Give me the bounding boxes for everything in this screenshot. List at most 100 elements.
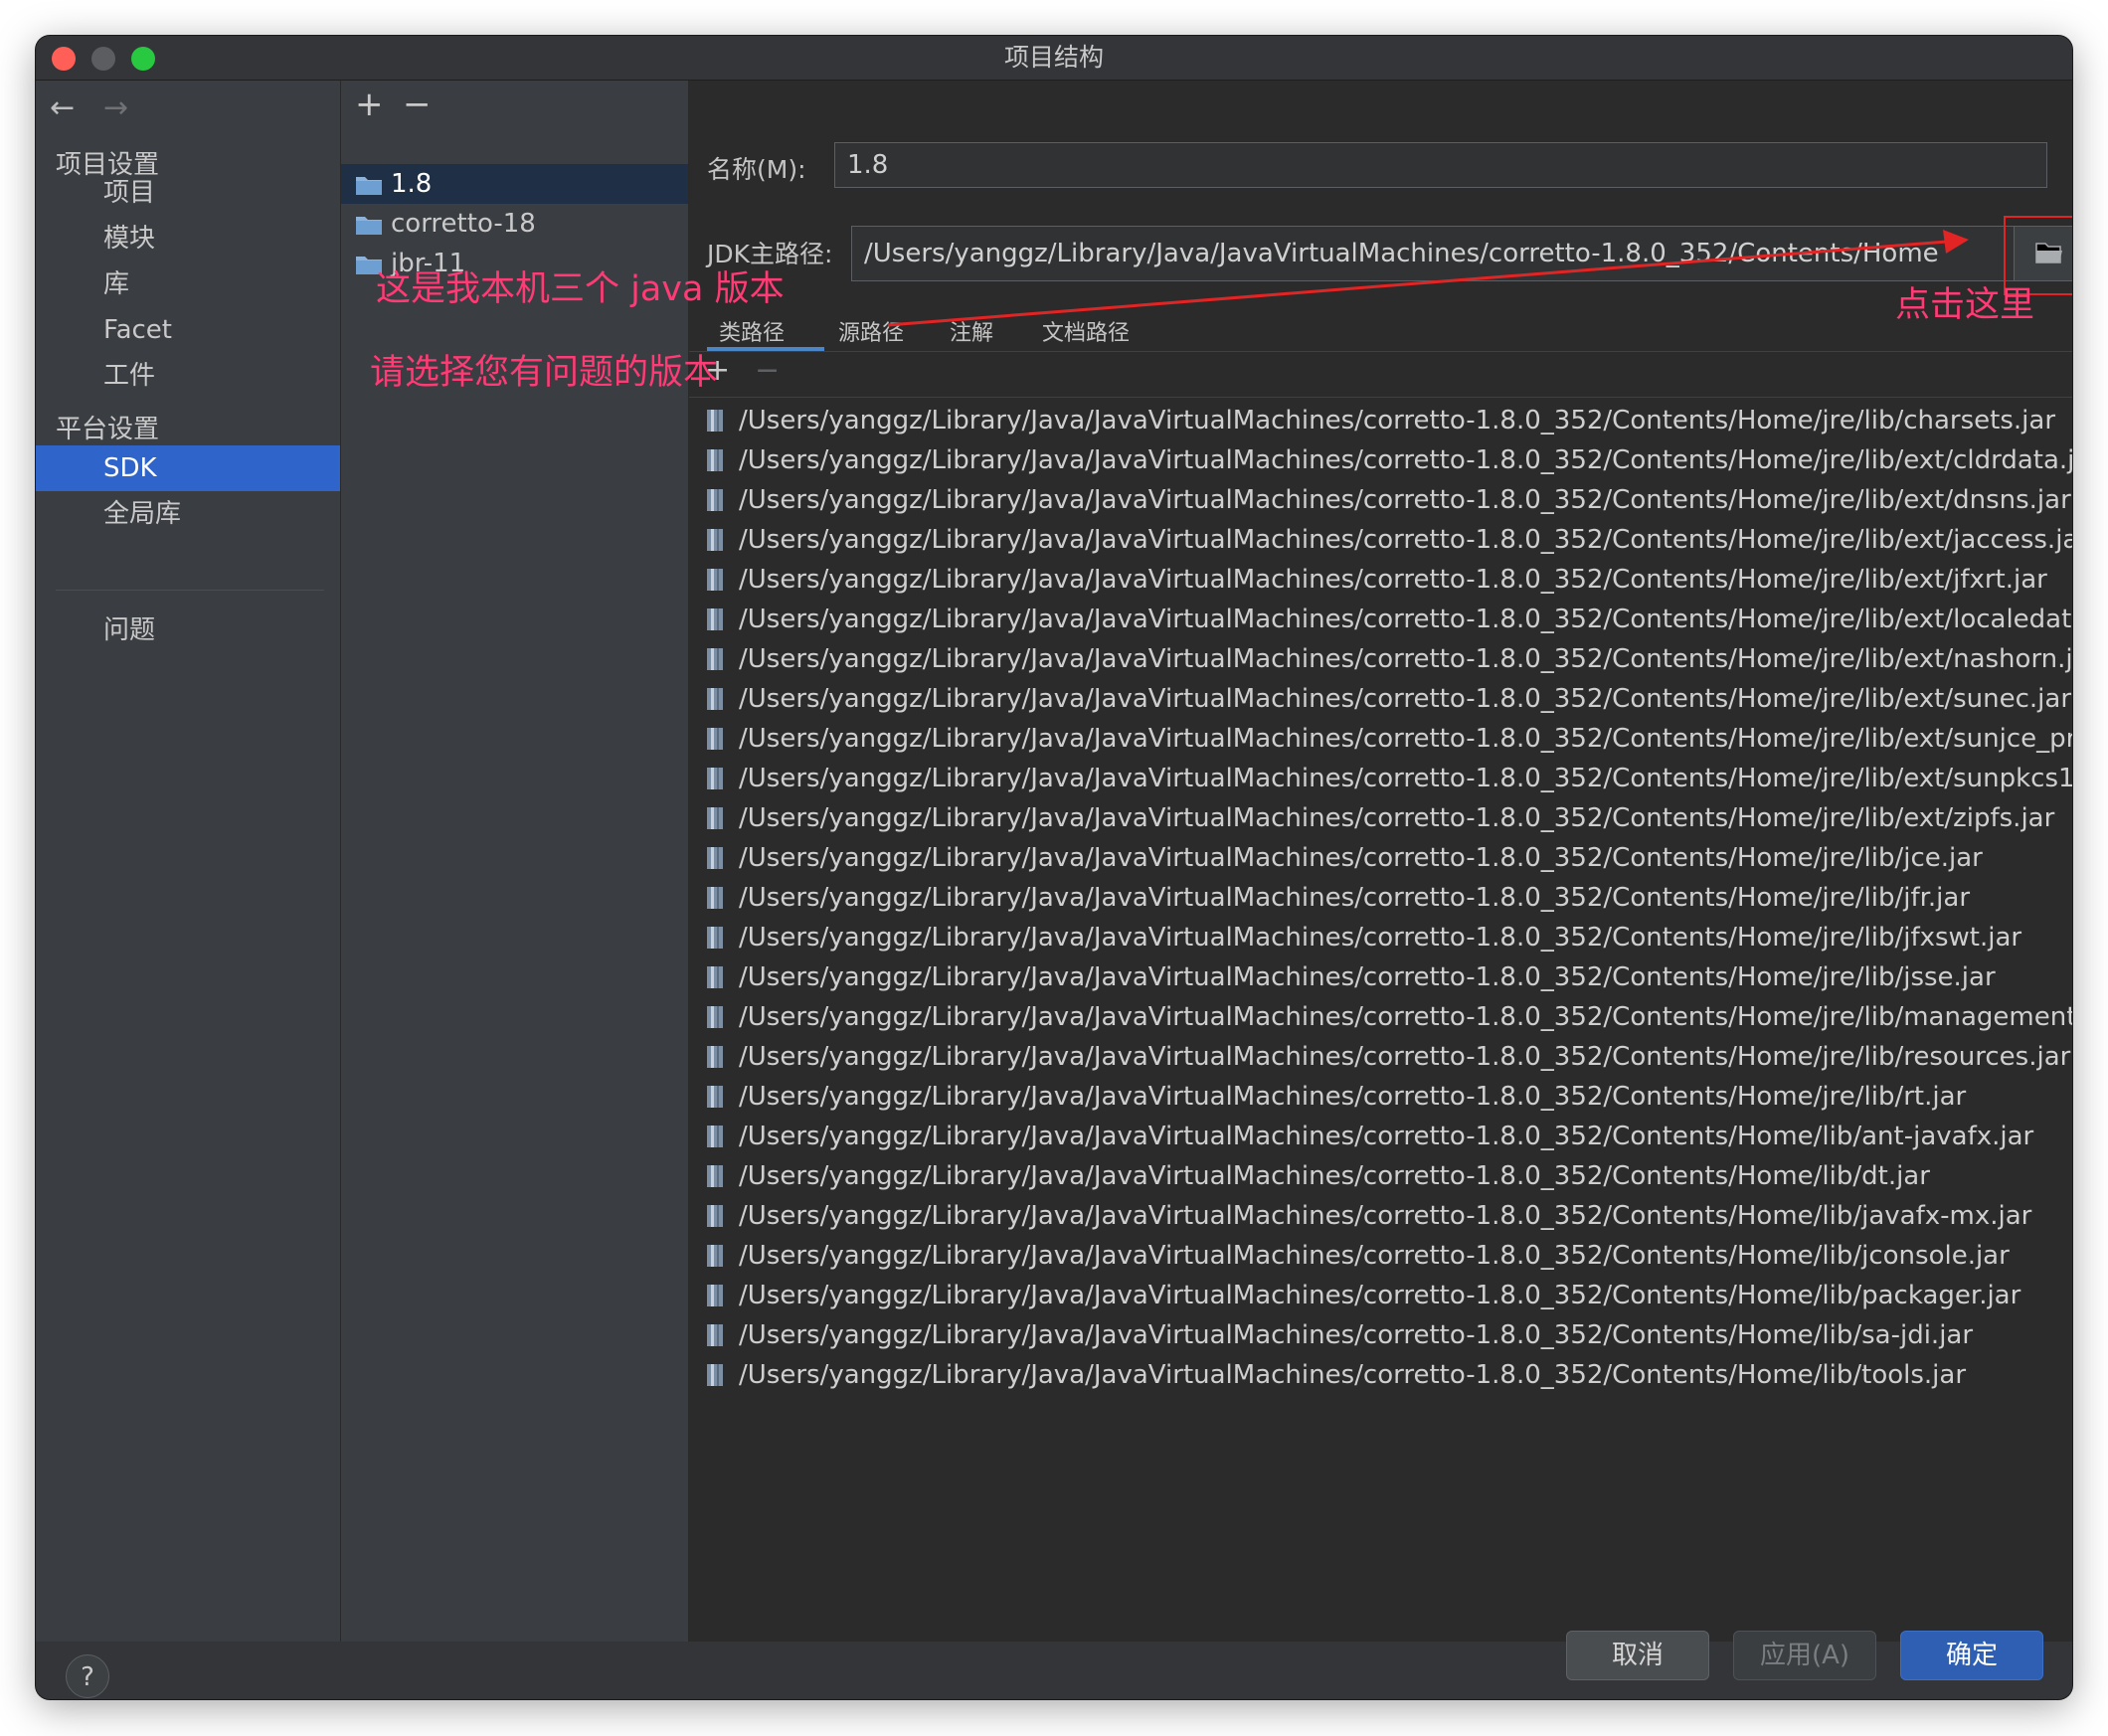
sidebar-item-problems[interactable]: 问题	[36, 608, 340, 653]
classpath-entry: /Users/yanggz/Library/Java/JavaVirtualMa…	[739, 406, 2056, 435]
sdk-folder-icon	[356, 177, 382, 195]
classpath-row[interactable]: /Users/yanggz/Library/Java/JavaVirtualMa…	[689, 1236, 2072, 1276]
tab-annotations[interactable]: 注解	[950, 315, 993, 347]
section-platform-settings: 平台设置	[56, 415, 160, 444]
sdk-item-label: corretto-18	[391, 209, 536, 239]
classpath-row[interactable]: /Users/yanggz/Library/Java/JavaVirtualMa…	[689, 759, 2072, 798]
classpath-row[interactable]: /Users/yanggz/Library/Java/JavaVirtualMa…	[689, 1156, 2072, 1196]
sidebar-item-label: SDK	[103, 453, 157, 483]
jar-archive-icon	[707, 688, 723, 710]
sidebar-item-facet[interactable]: Facet	[36, 307, 340, 353]
classpath-entry: /Users/yanggz/Library/Java/JavaVirtualMa…	[739, 803, 2055, 833]
sdk-item-label: 1.8	[391, 169, 433, 199]
classpath-row[interactable]: /Users/yanggz/Library/Java/JavaVirtualMa…	[689, 957, 2072, 997]
classpath-entry: /Users/yanggz/Library/Java/JavaVirtualMa…	[739, 1161, 1930, 1191]
jar-archive-icon	[707, 410, 723, 432]
classpath-entry: /Users/yanggz/Library/Java/JavaVirtualMa…	[739, 1360, 1967, 1390]
cancel-button[interactable]: 取消	[1566, 1631, 1709, 1680]
classpath-row[interactable]: /Users/yanggz/Library/Java/JavaVirtualMa…	[689, 560, 2072, 600]
jar-archive-icon	[707, 927, 723, 949]
classpath-row[interactable]: /Users/yanggz/Library/Java/JavaVirtualMa…	[689, 1037, 2072, 1077]
jar-archive-icon	[707, 489, 723, 511]
classpath-row[interactable]: /Users/yanggz/Library/Java/JavaVirtualMa…	[689, 401, 2072, 440]
jar-archive-icon	[707, 1126, 723, 1147]
classpath-entry: /Users/yanggz/Library/Java/JavaVirtualMa…	[739, 1122, 2034, 1151]
name-field[interactable]: 1.8	[834, 142, 2047, 188]
sdk-item-corretto-18[interactable]: corretto-18	[341, 204, 688, 244]
sdk-list-panel: + − 1.8 corretto-18 jbr-11	[341, 81, 689, 1642]
classpath-row[interactable]: /Users/yanggz/Library/Java/JavaVirtualMa…	[689, 719, 2072, 759]
classpath-row[interactable]: /Users/yanggz/Library/Java/JavaVirtualMa…	[689, 600, 2072, 639]
sidebar-item-libraries[interactable]: 库	[36, 261, 340, 307]
jdk-home-field[interactable]: /Users/yanggz/Library/Java/JavaVirtualMa…	[851, 226, 2072, 281]
tab-sourcepath[interactable]: 源路径	[838, 315, 904, 347]
classpath-entry: /Users/yanggz/Library/Java/JavaVirtualMa…	[739, 445, 2072, 475]
sidebar-item-modules[interactable]: 模块	[36, 216, 340, 261]
name-label: 名称(M):	[707, 155, 806, 184]
classpath-row[interactable]: /Users/yanggz/Library/Java/JavaVirtualMa…	[689, 918, 2072, 957]
tab-docpath[interactable]: 文档路径	[1042, 315, 1130, 347]
annotation-click-here: 点击这里	[1895, 285, 2035, 325]
jar-archive-icon	[707, 1364, 723, 1386]
jar-archive-icon	[707, 768, 723, 789]
back-arrow-icon[interactable]: ←	[50, 90, 75, 125]
help-button[interactable]: ?	[66, 1654, 109, 1698]
classpath-row[interactable]: /Users/yanggz/Library/Java/JavaVirtualMa…	[689, 520, 2072, 560]
classpath-row[interactable]: /Users/yanggz/Library/Java/JavaVirtualMa…	[689, 997, 2072, 1037]
classpath-entry: /Users/yanggz/Library/Java/JavaVirtualMa…	[739, 1201, 2032, 1231]
sdk-item-1-8[interactable]: 1.8	[341, 164, 688, 204]
classpath-entry: /Users/yanggz/Library/Java/JavaVirtualMa…	[739, 1241, 2010, 1271]
classpath-entry: /Users/yanggz/Library/Java/JavaVirtualMa…	[739, 605, 2072, 634]
classpath-list: /Users/yanggz/Library/Java/JavaVirtualMa…	[689, 401, 2072, 1455]
add-sdk-button[interactable]: +	[355, 85, 384, 124]
sidebar-divider	[56, 590, 324, 591]
sidebar-item-global-libraries[interactable]: 全局库	[36, 491, 340, 537]
classpath-entry: /Users/yanggz/Library/Java/JavaVirtualMa…	[739, 923, 2022, 953]
jar-archive-icon	[707, 1006, 723, 1028]
tab-classpath[interactable]: 类路径	[719, 315, 785, 347]
classpath-entry: /Users/yanggz/Library/Java/JavaVirtualMa…	[739, 684, 2072, 714]
ok-button[interactable]: 确定	[1900, 1631, 2043, 1680]
classpath-row[interactable]: /Users/yanggz/Library/Java/JavaVirtualMa…	[689, 639, 2072, 679]
jar-archive-icon	[707, 1324, 723, 1346]
sidebar-item-label: 全局库	[103, 499, 182, 529]
classpath-row[interactable]: /Users/yanggz/Library/Java/JavaVirtualMa…	[689, 1117, 2072, 1156]
jar-archive-icon	[707, 887, 723, 909]
sidebar-item-label: Facet	[103, 315, 172, 345]
classpath-row[interactable]: /Users/yanggz/Library/Java/JavaVirtualMa…	[689, 1196, 2072, 1236]
jar-archive-icon	[707, 1086, 723, 1108]
classpath-toolbar-divider	[689, 397, 2072, 398]
classpath-row[interactable]: /Users/yanggz/Library/Java/JavaVirtualMa…	[689, 798, 2072, 838]
annotation-java-versions: 这是我本机三个 java 版本	[376, 269, 785, 309]
classpath-row[interactable]: /Users/yanggz/Library/Java/JavaVirtualMa…	[689, 1355, 2072, 1395]
sidebar-item-artifacts[interactable]: 工件	[36, 353, 340, 399]
sidebar-item-label: 工件	[103, 361, 156, 391]
jar-archive-icon	[707, 608, 723, 630]
sdk-folder-icon	[356, 217, 382, 235]
jar-archive-icon	[707, 847, 723, 869]
sidebar-item-label: 模块	[103, 224, 156, 254]
classpath-row[interactable]: /Users/yanggz/Library/Java/JavaVirtualMa…	[689, 1077, 2072, 1117]
remove-classpath-button[interactable]: −	[755, 353, 780, 388]
sidebar-item-sdk[interactable]: SDK	[36, 445, 340, 491]
classpath-entry: /Users/yanggz/Library/Java/JavaVirtualMa…	[739, 1082, 1967, 1112]
apply-button[interactable]: 应用(A)	[1733, 1631, 1876, 1680]
classpath-row[interactable]: /Users/yanggz/Library/Java/JavaVirtualMa…	[689, 1315, 2072, 1355]
classpath-row[interactable]: /Users/yanggz/Library/Java/JavaVirtualMa…	[689, 1276, 2072, 1315]
remove-sdk-button[interactable]: −	[403, 85, 432, 124]
classpath-entry: /Users/yanggz/Library/Java/JavaVirtualMa…	[739, 962, 1996, 992]
forward-arrow-icon[interactable]: →	[103, 90, 128, 125]
classpath-entry: /Users/yanggz/Library/Java/JavaVirtualMa…	[739, 525, 2072, 555]
classpath-row[interactable]: /Users/yanggz/Library/Java/JavaVirtualMa…	[689, 878, 2072, 918]
classpath-row[interactable]: /Users/yanggz/Library/Java/JavaVirtualMa…	[689, 838, 2072, 878]
jar-archive-icon	[707, 966, 723, 988]
sidebar-item-project[interactable]: 项目	[36, 170, 340, 216]
classpath-row[interactable]: /Users/yanggz/Library/Java/JavaVirtualMa…	[689, 440, 2072, 480]
classpath-row[interactable]: /Users/yanggz/Library/Java/JavaVirtualMa…	[689, 679, 2072, 719]
sdk-detail-panel: 名称(M): 1.8 JDK主路径: /Users/yanggz/Library…	[689, 81, 2072, 1642]
sidebar-item-label: 问题	[103, 615, 156, 645]
annotation-select-version: 请选择您有问题的版本	[370, 353, 719, 393]
sidebar-item-label: 库	[103, 269, 130, 299]
classpath-row[interactable]: /Users/yanggz/Library/Java/JavaVirtualMa…	[689, 480, 2072, 520]
jar-archive-icon	[707, 449, 723, 471]
